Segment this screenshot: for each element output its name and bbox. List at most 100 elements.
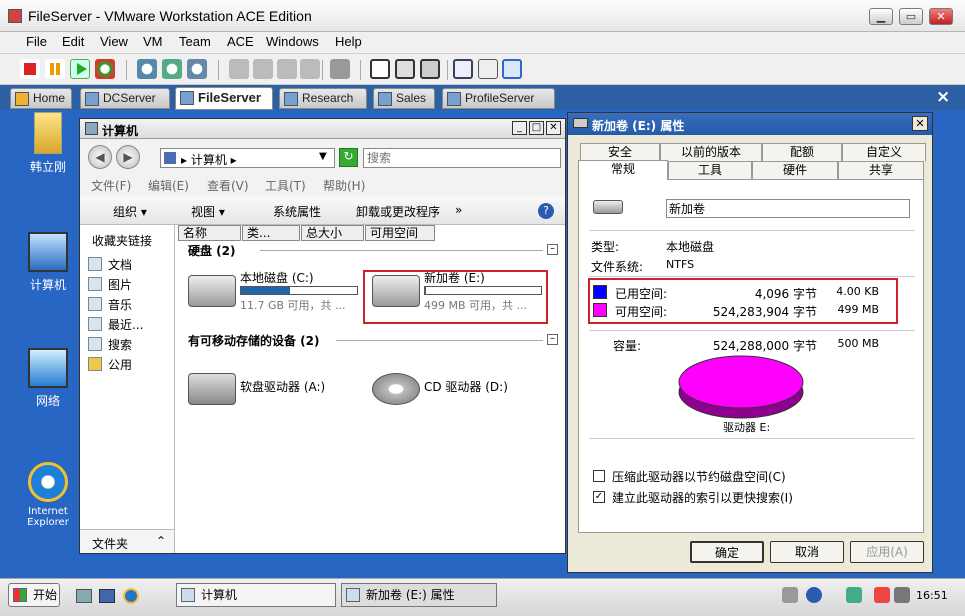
switch-windows-icon[interactable] xyxy=(99,589,115,603)
close-button[interactable]: ✕ xyxy=(929,8,953,25)
volume-name-input[interactable] xyxy=(666,199,910,218)
menu-view[interactable]: View xyxy=(100,34,128,49)
index-checkbox[interactable]: ✓ xyxy=(593,491,605,503)
menu-edit[interactable]: 编辑(E) xyxy=(148,177,189,194)
menu-view[interactable]: 查看(V) xyxy=(207,177,249,194)
menu-help[interactable]: Help xyxy=(335,34,362,49)
team-add-icon[interactable] xyxy=(253,59,273,79)
forward-button[interactable]: ▶ xyxy=(116,145,140,169)
view-button[interactable]: 视图 ▾ xyxy=(191,203,225,220)
compress-checkbox[interactable] xyxy=(593,470,605,482)
tab-hardware[interactable]: 硬件 xyxy=(752,161,838,179)
menu-tools[interactable]: 工具(T) xyxy=(265,177,306,194)
chevron-down-icon[interactable]: ▼ xyxy=(319,151,327,162)
close-button[interactable]: ✕ xyxy=(912,116,928,131)
desktop-icon-internet-explorer[interactable]: Internet Explorer xyxy=(13,462,83,528)
security-icon[interactable] xyxy=(874,587,890,603)
menu-file[interactable]: File xyxy=(26,34,47,49)
drive-c[interactable]: 本地磁盘 (C:) 11.7 GB 可用，共 ... xyxy=(184,265,364,317)
more-commands-button[interactable]: » xyxy=(455,203,462,217)
apply-button[interactable]: 应用(A) xyxy=(850,541,924,563)
desktop-icon-computer[interactable]: 计算机 xyxy=(13,232,83,293)
reset-icon[interactable] xyxy=(95,59,115,79)
nav-item-recent[interactable]: 最近... xyxy=(88,316,143,333)
index-label[interactable]: 建立此驱动器的索引以更快搜索(I) xyxy=(612,489,793,506)
folders-toggle[interactable]: 文件夹 ⌃ xyxy=(80,529,174,553)
column-type[interactable]: 类... xyxy=(242,225,300,241)
menu-edit[interactable]: Edit xyxy=(62,34,84,49)
tab-profileserver[interactable]: ProfileServer xyxy=(442,88,555,109)
menu-vm[interactable]: VM xyxy=(143,34,163,49)
tab-security[interactable]: 安全 xyxy=(580,143,660,161)
column-total-size[interactable]: 总大小 xyxy=(301,225,364,241)
tab-quota[interactable]: 配额 xyxy=(762,143,842,161)
console-view-icon[interactable] xyxy=(453,59,473,79)
unity-icon[interactable] xyxy=(478,59,498,79)
desktop-icon-user-folder[interactable]: 韩立刚 xyxy=(13,112,83,175)
taskbar-item-properties[interactable]: 新加卷 (E:) 属性 xyxy=(341,583,497,607)
minimize-button[interactable]: ▁ xyxy=(869,8,893,25)
tab-customize[interactable]: 自定义 xyxy=(842,143,926,161)
compress-label[interactable]: 压缩此驱动器以节约磁盘空间(C) xyxy=(612,468,786,485)
internet-explorer-icon[interactable] xyxy=(123,588,139,604)
team-remove-icon[interactable] xyxy=(277,59,297,79)
menu-help[interactable]: 帮助(H) xyxy=(323,177,365,194)
tab-general[interactable]: 常规 xyxy=(578,160,668,180)
help-icon[interactable] xyxy=(806,587,822,603)
menu-file[interactable]: 文件(F) xyxy=(91,177,131,194)
nav-item-documents[interactable]: 文档 xyxy=(88,256,132,273)
search-input[interactable] xyxy=(363,148,561,168)
sidebar-view-icon[interactable] xyxy=(370,59,390,79)
drive-d[interactable]: CD 驱动器 (D:) xyxy=(368,363,548,415)
menu-ace[interactable]: ACE xyxy=(227,34,254,49)
play-icon[interactable] xyxy=(70,59,90,79)
stop-icon[interactable] xyxy=(20,59,40,79)
volume-icon[interactable] xyxy=(894,587,910,603)
explorer-close-button[interactable]: ✕ xyxy=(546,121,561,135)
tab-home[interactable]: Home xyxy=(10,88,72,109)
uninstall-program-button[interactable]: 卸载或更改程序 xyxy=(356,203,440,220)
tab-sharing[interactable]: 共享 xyxy=(838,161,924,179)
menu-team[interactable]: Team xyxy=(179,34,211,49)
help-icon[interactable]: ? xyxy=(538,203,554,219)
tab-fileserver[interactable]: FileServer xyxy=(175,87,273,110)
snapshot-manager-icon[interactable] xyxy=(187,59,207,79)
revert-snapshot-icon[interactable] xyxy=(162,59,182,79)
explorer-minimize-button[interactable]: _ xyxy=(512,121,527,135)
printer-icon[interactable] xyxy=(782,587,798,603)
explorer-maximize-button[interactable]: □ xyxy=(529,121,544,135)
tab-sales[interactable]: Sales xyxy=(373,88,435,109)
collapse-group-button[interactable]: – xyxy=(547,334,558,345)
address-field[interactable]: ▸ 计算机 ▸ ▼ xyxy=(160,148,335,168)
column-free-space[interactable]: 可用空间 xyxy=(365,225,435,241)
show-desktop-icon[interactable] xyxy=(76,589,92,603)
tab-tools[interactable]: 工具 xyxy=(668,161,752,179)
column-name[interactable]: 名称 xyxy=(178,225,241,241)
menu-windows[interactable]: Windows xyxy=(266,34,319,49)
team-segment-icon[interactable] xyxy=(300,59,320,79)
tab-research[interactable]: Research xyxy=(279,88,367,109)
drive-a[interactable]: 软盘驱动器 (A:) xyxy=(184,363,364,415)
collapse-group-button[interactable]: – xyxy=(547,244,558,255)
snapshot-icon[interactable] xyxy=(137,59,157,79)
back-button[interactable]: ◀ xyxy=(88,145,112,169)
team-icon[interactable] xyxy=(229,59,249,79)
system-properties-button[interactable]: 系统属性 xyxy=(273,203,321,220)
nav-item-search[interactable]: 搜索 xyxy=(88,336,132,353)
fit-guest-icon[interactable] xyxy=(502,59,522,79)
organize-button[interactable]: 组织 ▾ xyxy=(113,203,147,220)
cancel-button[interactable]: 取消 xyxy=(770,541,844,563)
tab-dcserver[interactable]: DCServer xyxy=(80,88,170,109)
refresh-button[interactable]: ↻ xyxy=(339,148,358,167)
desktop-icon-network[interactable]: 网络 xyxy=(13,348,83,409)
nav-item-public[interactable]: 公用 xyxy=(88,356,132,373)
summary-icon[interactable] xyxy=(330,59,350,79)
nav-item-music[interactable]: 音乐 xyxy=(88,296,132,313)
maximize-button[interactable]: ▭ xyxy=(899,8,923,25)
ok-button[interactable]: 确定 xyxy=(690,541,764,563)
close-tab-icon[interactable]: × xyxy=(936,87,950,107)
taskbar-item-computer[interactable]: 计算机 xyxy=(176,583,336,607)
tab-previous-versions[interactable]: 以前的版本 xyxy=(660,143,762,161)
full-screen-icon[interactable] xyxy=(420,59,440,79)
network-icon[interactable] xyxy=(846,587,862,603)
